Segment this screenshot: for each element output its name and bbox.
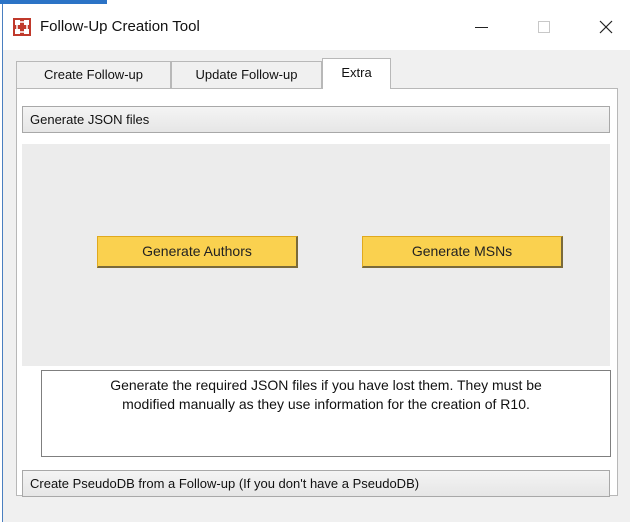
tab-update-follow-up[interactable]: Update Follow-up	[171, 61, 322, 88]
tab-create-follow-up[interactable]: Create Follow-up	[16, 61, 171, 88]
close-icon	[599, 20, 613, 34]
tab-extra[interactable]: Extra	[322, 58, 391, 89]
maximize-button[interactable]	[520, 4, 566, 50]
json-files-section-header[interactable]: Generate JSON files	[22, 106, 610, 133]
minimize-button[interactable]	[458, 4, 504, 50]
info-text-line-2: modified manually as they use informatio…	[122, 396, 530, 412]
info-text-line-1: Generate the required JSON files if you …	[110, 377, 542, 393]
generate-authors-button[interactable]: Generate Authors	[97, 236, 298, 268]
close-button[interactable]	[582, 4, 628, 50]
json-info-text: Generate the required JSON files if you …	[41, 370, 611, 457]
title-bar[interactable]: Follow-Up Creation Tool	[3, 4, 630, 50]
generate-msns-button[interactable]: Generate MSNs	[362, 236, 563, 268]
tab-strip: Create Follow-up Update Follow-up Extra	[16, 58, 616, 89]
grid-logo-icon	[13, 18, 31, 36]
pseudodb-section-header[interactable]: Create PseudoDB from a Follow-up (If you…	[22, 470, 610, 497]
window-title: Follow-Up Creation Tool	[40, 18, 200, 35]
